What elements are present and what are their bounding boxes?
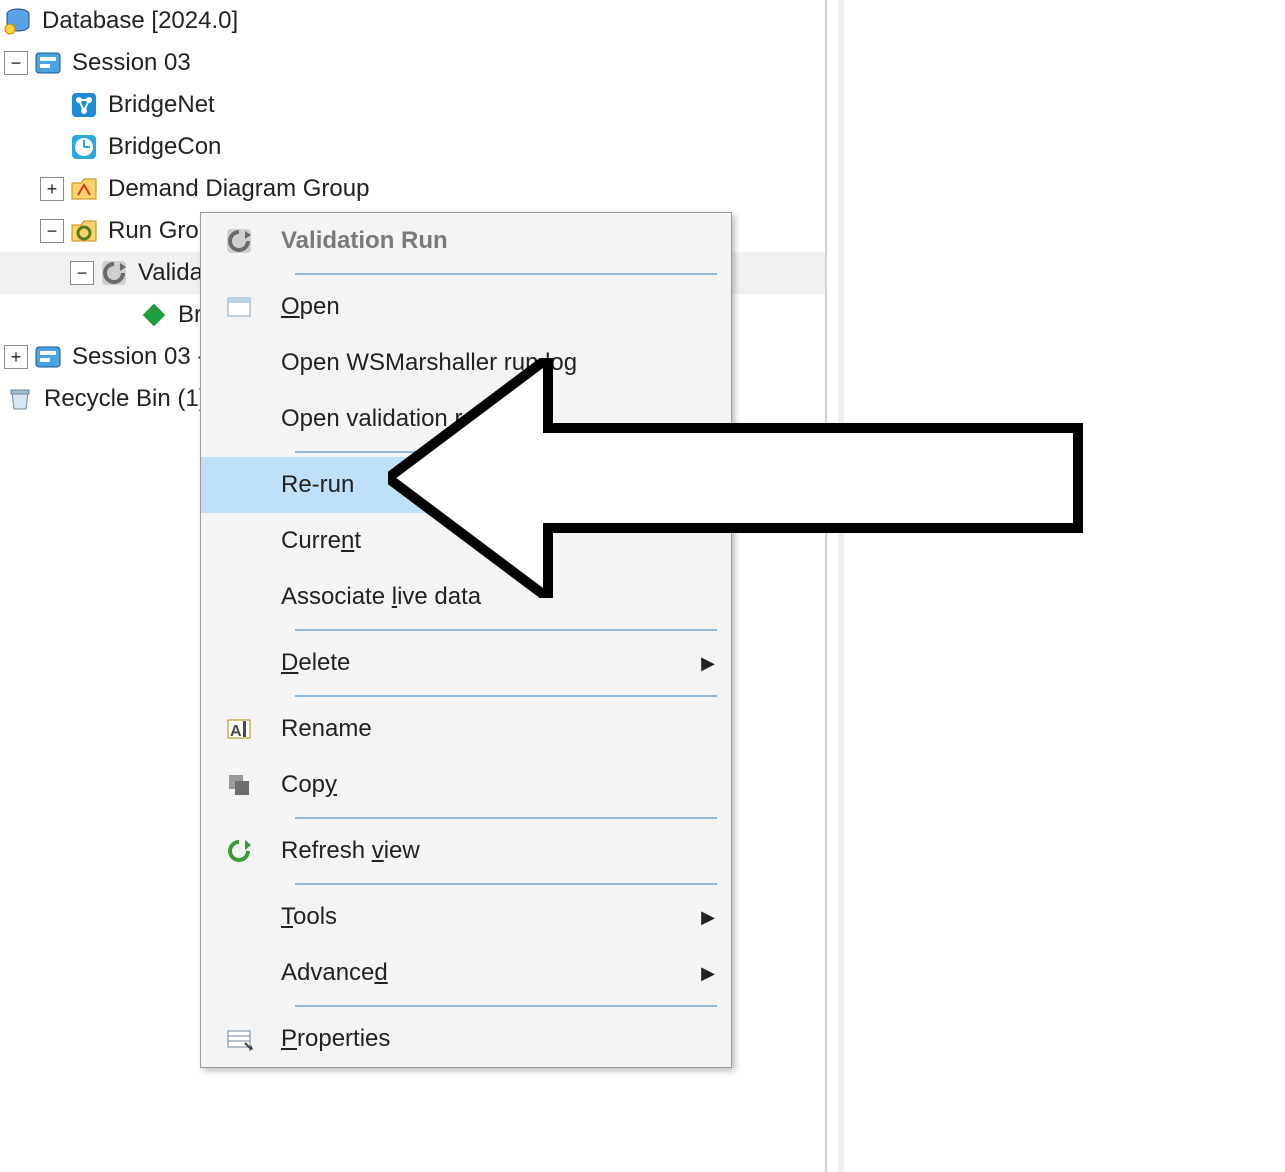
- menu-item-tools[interactable]: Tools ▶: [201, 889, 731, 945]
- menu-item-copy[interactable]: Copy: [201, 757, 731, 813]
- tree-node-session[interactable]: − Session 03: [0, 42, 825, 84]
- collapse-icon[interactable]: −: [40, 219, 64, 243]
- tree-node-demand-group[interactable]: + Demand Diagram Group: [0, 168, 825, 210]
- submenu-arrow-icon: ▶: [697, 653, 719, 674]
- menu-separator: [295, 883, 717, 885]
- menu-separator: [295, 273, 717, 275]
- svg-text:A: A: [230, 723, 242, 740]
- menu-item-open-validation[interactable]: Open validation re: [201, 391, 731, 447]
- tree-label: Run Grou: [108, 217, 212, 245]
- menu-separator: [295, 817, 717, 819]
- submenu-arrow-icon: ▶: [697, 963, 719, 984]
- network-icon: [70, 91, 98, 119]
- menu-label: Current: [281, 527, 719, 555]
- properties-icon: [225, 1025, 253, 1053]
- menu-label: Delete: [281, 649, 697, 677]
- run-icon: [225, 227, 253, 255]
- expand-icon[interactable]: +: [40, 177, 64, 201]
- menu-label: Copy: [281, 771, 719, 799]
- tree-label: Database [2024.0]: [42, 7, 238, 35]
- menu-item-advanced[interactable]: Advanced ▶: [201, 945, 731, 1001]
- submenu-arrow-icon: ▶: [697, 907, 719, 928]
- expand-icon[interactable]: +: [4, 345, 28, 369]
- menu-item-refresh-view[interactable]: Refresh view: [201, 823, 731, 879]
- menu-label: Open validation re: [281, 405, 719, 433]
- menu-label: Rename: [281, 715, 719, 743]
- folder-run-icon: [70, 217, 98, 245]
- tree-node-bridgecon[interactable]: BridgeCon: [0, 126, 825, 168]
- tree-label: BridgeNet: [108, 91, 215, 119]
- collapse-icon[interactable]: −: [4, 51, 28, 75]
- recycle-bin-icon: [6, 385, 34, 413]
- menu-label: Open: [281, 293, 719, 321]
- session-icon: [34, 49, 62, 77]
- run-icon: [100, 259, 128, 287]
- menu-separator: [295, 695, 717, 697]
- session-icon: [34, 343, 62, 371]
- menu-separator: [295, 629, 717, 631]
- panel-divider: [838, 0, 844, 1172]
- menu-item-delete[interactable]: Delete ▶: [201, 635, 731, 691]
- menu-label: Advanced: [281, 959, 697, 987]
- menu-label: Open WSMarshaller run log: [281, 349, 719, 377]
- database-icon: [4, 7, 32, 35]
- context-menu: Validation Run Open Open WSMarshaller ru…: [200, 212, 732, 1068]
- menu-label: Associate live data: [281, 583, 719, 611]
- menu-title: Validation Run: [201, 213, 731, 269]
- tree-node-bridgenet[interactable]: BridgeNet: [0, 84, 825, 126]
- menu-item-current[interactable]: Current: [201, 513, 731, 569]
- menu-label: Refresh view: [281, 837, 719, 865]
- clock-icon: [70, 133, 98, 161]
- diamond-icon: [140, 301, 168, 329]
- open-icon: [225, 293, 253, 321]
- tree-label: Session 03 -: [72, 343, 205, 371]
- tree-label: Validat: [138, 259, 210, 287]
- menu-item-rename[interactable]: A Rename: [201, 701, 731, 757]
- tree-label: Recycle Bin (1): [44, 385, 207, 413]
- menu-item-properties[interactable]: Properties: [201, 1011, 731, 1067]
- collapse-icon[interactable]: −: [70, 261, 94, 285]
- refresh-icon: [225, 837, 253, 865]
- menu-separator: [295, 451, 717, 453]
- menu-separator: [295, 1005, 717, 1007]
- tree-label: Session 03: [72, 49, 191, 77]
- menu-label: Properties: [281, 1025, 719, 1053]
- tree-label: Demand Diagram Group: [108, 175, 369, 203]
- menu-item-associate-live-data[interactable]: Associate live data: [201, 569, 731, 625]
- folder-diagram-icon: [70, 175, 98, 203]
- menu-item-open[interactable]: Open: [201, 279, 731, 335]
- menu-label: Tools: [281, 903, 697, 931]
- menu-item-rerun[interactable]: Re-run: [201, 457, 731, 513]
- copy-icon: [225, 771, 253, 799]
- menu-item-open-log[interactable]: Open WSMarshaller run log: [201, 335, 731, 391]
- rename-icon: A: [225, 715, 253, 743]
- tree-node-database[interactable]: Database [2024.0]: [0, 0, 825, 42]
- tree-label: BridgeCon: [108, 133, 221, 161]
- menu-label: Re-run: [281, 471, 719, 499]
